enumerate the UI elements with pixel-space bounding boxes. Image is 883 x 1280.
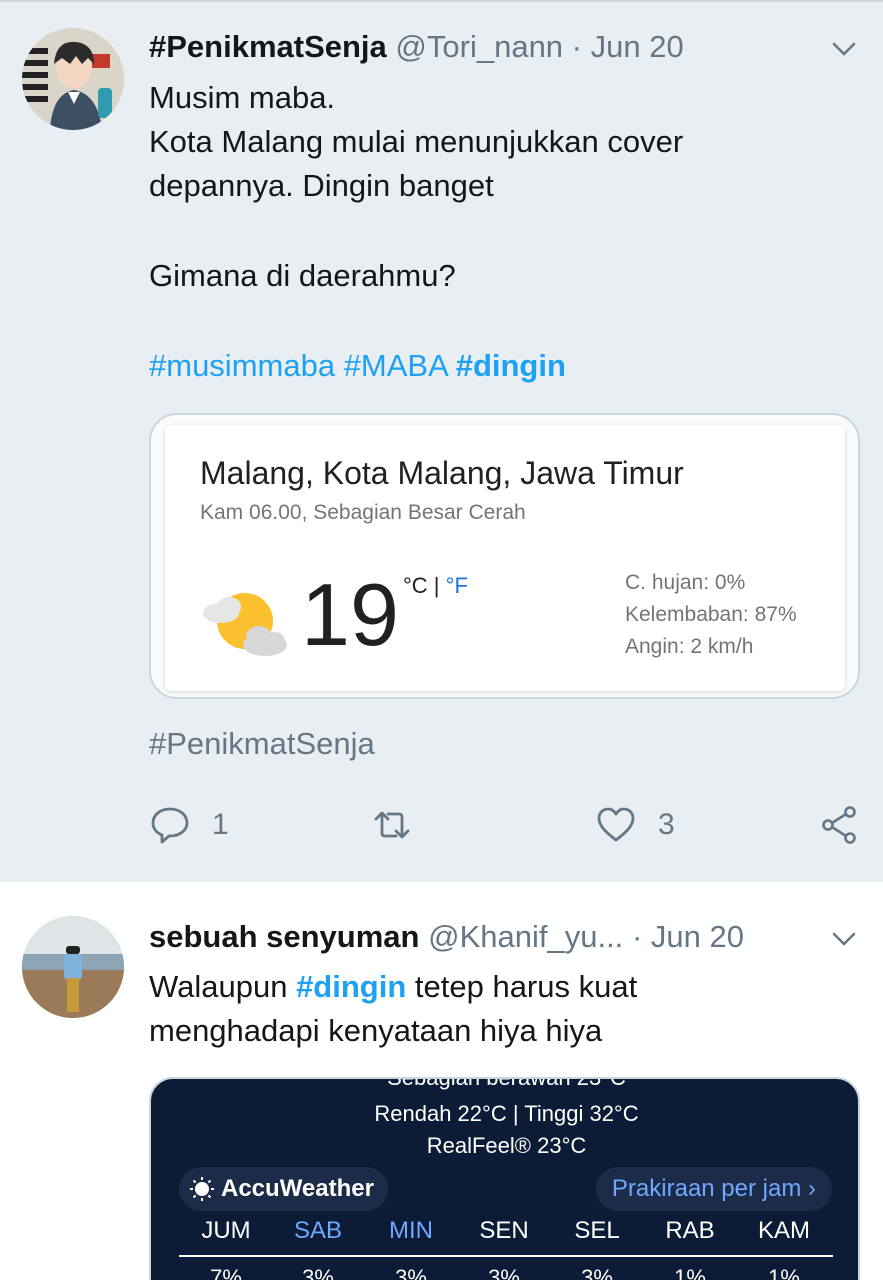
- precip-value: 3%: [395, 1265, 427, 1280]
- retweet-button[interactable]: [372, 803, 434, 847]
- display-name[interactable]: sebuah senyuman: [149, 919, 419, 954]
- hashtag-link[interactable]: #musimmaba: [149, 348, 335, 383]
- low-high-temp: Rendah 22°C | Tinggi 32°C: [374, 1101, 639, 1126]
- unit-celsius[interactable]: °C: [403, 573, 428, 598]
- unit-fahrenheit[interactable]: °F: [446, 573, 468, 598]
- chevron-down-icon[interactable]: [831, 36, 857, 62]
- day-label: SAB: [293, 1217, 343, 1244]
- sun-icon: [190, 1177, 214, 1201]
- precip-value: 1%: [768, 1265, 800, 1280]
- reply-count: 1: [212, 808, 229, 841]
- tweet-header: #PenikmatSenja @Tori_nann · Jun 20: [149, 27, 684, 67]
- chevron-down-icon[interactable]: [831, 926, 857, 952]
- display-name[interactable]: #PenikmatSenja: [149, 29, 387, 64]
- day-label: SEL: [574, 1217, 620, 1244]
- accuweather-screenshot-image[interactable]: Sebagian berawan 23°C Rendah 22°C | Ting…: [149, 1077, 860, 1280]
- share-button[interactable]: [820, 803, 860, 847]
- retweet-icon: [374, 811, 410, 839]
- hashtag-line: #musimmaba #MABA #dingin: [149, 344, 566, 388]
- precip-value: 7%: [210, 1265, 242, 1280]
- condition-text: Sebagian berawan 23°C: [387, 1077, 626, 1090]
- share-icon: [822, 806, 856, 844]
- precip-value: 3%: [302, 1265, 334, 1280]
- handle[interactable]: @Tori_nann: [395, 29, 563, 64]
- like-button[interactable]: 3: [596, 803, 675, 847]
- accuweather-logo: AccuWeather: [179, 1167, 388, 1211]
- temperature-value: 19: [301, 565, 399, 664]
- precip-value: 3%: [488, 1265, 520, 1280]
- avatar-beach-photo-image: [22, 916, 124, 1018]
- day-label: MIN: [389, 1217, 433, 1244]
- tweet-header: sebuah senyuman @Khanif_yu... · Jun 20: [149, 917, 744, 957]
- hourly-forecast-button[interactable]: Prakiraan per jam ›: [595, 1167, 832, 1211]
- precip-value: 3%: [581, 1265, 613, 1280]
- tweet-text-line: Walaupun #dingin tetep harus kuat: [149, 965, 637, 1009]
- footer-hashtag[interactable]: #PenikmatSenja: [149, 722, 375, 766]
- like-count: 3: [658, 808, 675, 841]
- day-label: RAB: [665, 1217, 715, 1244]
- tweet-text-line: depannya. Dingin banget: [149, 168, 494, 203]
- day-label: KAM: [757, 1217, 810, 1244]
- tweet-text-line: menghadapi kenyataan hiya hiya: [149, 1013, 603, 1048]
- weather-location: Malang, Kota Malang, Jawa Timur: [200, 455, 684, 491]
- hashtag-link[interactable]: #MABA: [344, 348, 447, 383]
- weather-screenshot-image[interactable]: Malang, Kota Malang, Jawa Timur Kam 06.0…: [149, 413, 860, 699]
- avatar[interactable]: [22, 916, 124, 1018]
- tweet-text-line: Kota Malang mulai menunjukkan cover: [149, 124, 684, 159]
- rain-chance: C. hujan: 0%: [625, 571, 746, 594]
- day-label: SEN: [479, 1217, 529, 1244]
- day-label: JUM: [201, 1217, 251, 1244]
- weather-widget: Malang, Kota Malang, Jawa Timur Kam 06.0…: [165, 425, 845, 691]
- unit-separator: |: [427, 573, 446, 598]
- hashtag-link[interactable]: #dingin: [296, 969, 406, 1004]
- realfeel-temp: RealFeel® 23°C: [426, 1133, 587, 1158]
- tweet-text: tetep harus kuat: [406, 969, 638, 1004]
- tweet-text: Walaupun: [149, 969, 297, 1004]
- heart-icon: [597, 807, 635, 842]
- hashtag-link[interactable]: #dingin: [456, 348, 566, 383]
- avatar[interactable]: [22, 28, 124, 130]
- reply-button[interactable]: 1: [150, 803, 229, 847]
- avatar-anime-boy-image: [22, 28, 124, 130]
- tweet-date[interactable]: · Jun 20: [572, 29, 684, 64]
- tweet-actions: 1 3: [0, 803, 883, 847]
- tweet-text-line: Gimana di daerahmu?: [149, 258, 456, 293]
- humidity: Kelembaban: 87%: [625, 603, 797, 626]
- brand-name: AccuWeather: [221, 1175, 374, 1202]
- reply-icon: [151, 807, 189, 844]
- tweet-date[interactable]: · Jun 20: [632, 919, 744, 954]
- unit-toggle: °C | °F: [403, 573, 468, 599]
- day-row: JUM SAB MIN SEN SEL RAB KAM: [179, 1217, 833, 1257]
- weather-subtitle: Kam 06.00, Sebagian Besar Cerah: [200, 501, 526, 524]
- tweet-text-line: Musim maba.: [149, 80, 336, 115]
- precip-value: 1%: [674, 1265, 706, 1280]
- partly-cloudy-icon: [203, 593, 287, 656]
- handle[interactable]: @Khanif_yu...: [428, 919, 623, 954]
- wind: Angin: 2 km/h: [625, 635, 754, 658]
